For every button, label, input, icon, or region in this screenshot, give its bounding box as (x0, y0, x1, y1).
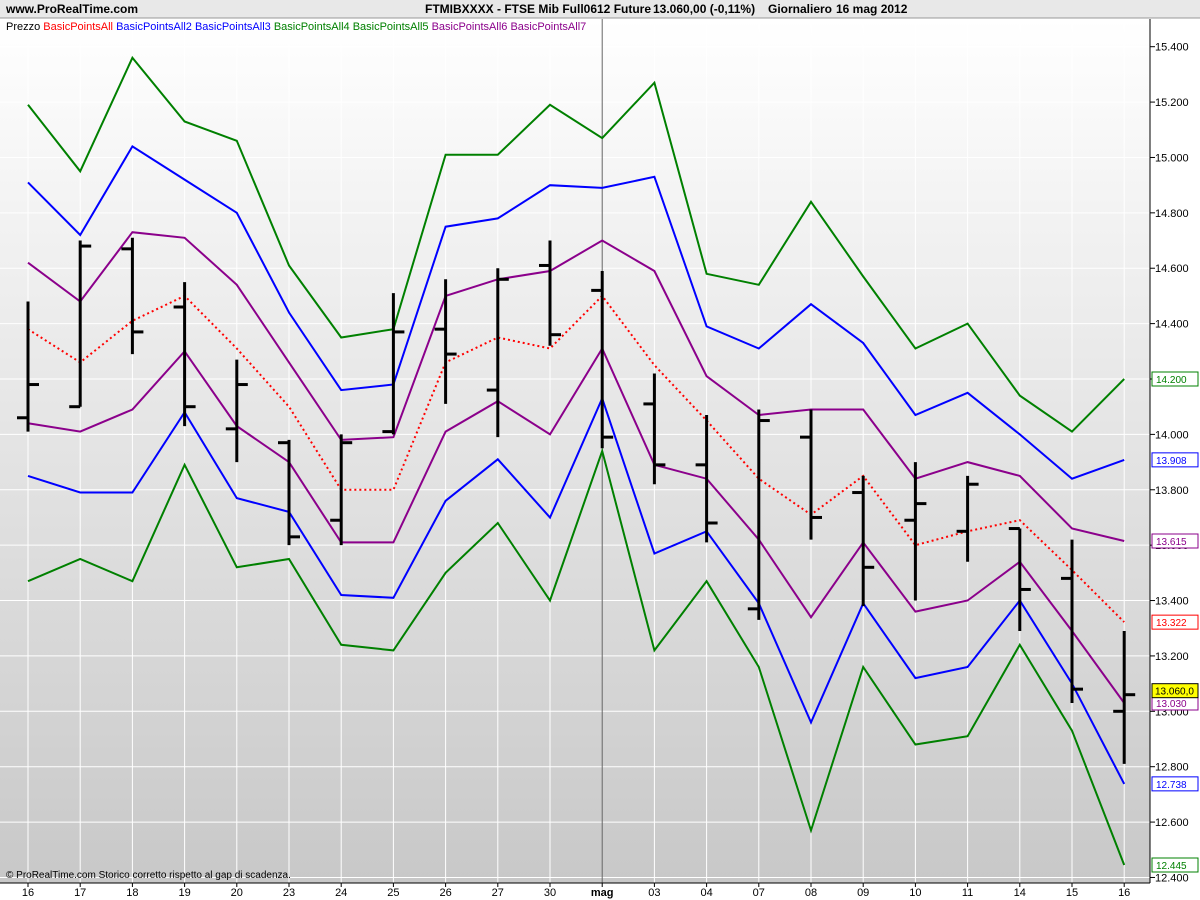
legend-item-basicpointsall2: BasicPointsAll2 (116, 21, 195, 33)
legend-item-basicpointsall6: BasicPointsAll6 (432, 21, 511, 33)
x-tick-label: 03 (648, 887, 660, 899)
legend-item-basicpointsall7: BasicPointsAll7 (510, 21, 586, 33)
site-link[interactable]: www.ProRealTime.com (5, 2, 138, 16)
price-axis (1150, 19, 1200, 883)
y-tick-label: 14.800 (1155, 208, 1189, 220)
chart-svg: www.ProRealTime.com FTMIBXXXX - FTSE Mib… (0, 0, 1200, 900)
x-tick-label: 04 (700, 887, 712, 899)
y-tick-label: 13.200 (1155, 651, 1189, 663)
x-tick-label: 16 (1118, 887, 1130, 899)
y-tick-label: 12.400 (1155, 872, 1189, 884)
x-tick-label: 20 (231, 887, 243, 899)
x-tick-label: 25 (387, 887, 399, 899)
x-tick-label: 15 (1066, 887, 1078, 899)
x-tick-label: 19 (178, 887, 190, 899)
y-tick-label: 13.400 (1155, 596, 1189, 608)
x-tick-label: 10 (909, 887, 921, 899)
y-tick-label: 12.800 (1155, 762, 1189, 774)
y-tick-label: 15.200 (1155, 97, 1189, 109)
x-tick-label: 26 (439, 887, 451, 899)
x-tick-label: mag (591, 887, 614, 899)
x-tick-label: 14 (1014, 887, 1026, 899)
x-tick-label: 16 (22, 887, 34, 899)
x-tick-label: 18 (126, 887, 138, 899)
legend-item-basicpointsall3: BasicPointsAll3 (195, 21, 274, 33)
chart: www.ProRealTime.com FTMIBXXXX - FTSE Mib… (0, 0, 1200, 900)
legend-prefix: Prezzo (6, 21, 43, 33)
last-value-label: 13.908 (1156, 456, 1187, 467)
footer-note: © ProRealTime.com Storico corretto rispe… (6, 870, 291, 881)
y-tick-label: 14.400 (1155, 319, 1189, 331)
x-tick-label: 07 (753, 887, 765, 899)
legend: Prezzo BasicPointsAll BasicPointsAll2 Ba… (6, 21, 586, 33)
last-price-change: 13.060,00 (-0,11%) (653, 2, 755, 16)
x-tick-label: 23 (283, 887, 295, 899)
x-tick-label: 09 (857, 887, 869, 899)
plot-area (0, 19, 1150, 883)
chart-date: 16 mag 2012 (836, 2, 908, 16)
last-value-label: 13.322 (1156, 618, 1187, 629)
x-tick-label: 27 (492, 887, 504, 899)
last-value-label: 12.445 (1156, 861, 1187, 872)
last-value-label: 12.738 (1156, 780, 1187, 791)
y-tick-label: 15.000 (1155, 152, 1189, 164)
x-tick-label: 24 (335, 887, 347, 899)
instrument-title: FTMIBXXXX - FTSE Mib Full0612 Future (425, 2, 651, 16)
last-value-label: 13.615 (1156, 537, 1187, 548)
last-value-label: 14.200 (1156, 375, 1187, 386)
period-label: Giornaliero (768, 2, 832, 16)
x-tick-label: 08 (805, 887, 817, 899)
legend-item-basicpointsall4: BasicPointsAll4 (274, 21, 353, 33)
y-tick-label: 14.000 (1155, 429, 1189, 441)
legend-item-basicpointsall5: BasicPointsAll5 (353, 21, 432, 33)
x-tick-label: 30 (544, 887, 556, 899)
x-tick-label: 17 (74, 887, 86, 899)
legend-item-basicpointsall: BasicPointsAll (43, 21, 116, 33)
last-value-label: 13.030 (1156, 699, 1187, 710)
y-tick-label: 12.600 (1155, 817, 1189, 829)
y-tick-label: 13.800 (1155, 485, 1189, 497)
last-price-label: 13.060,0 (1155, 687, 1194, 698)
x-tick-label: 11 (962, 887, 973, 899)
y-tick-label: 14.600 (1155, 263, 1189, 275)
y-tick-label: 15.400 (1155, 42, 1189, 54)
